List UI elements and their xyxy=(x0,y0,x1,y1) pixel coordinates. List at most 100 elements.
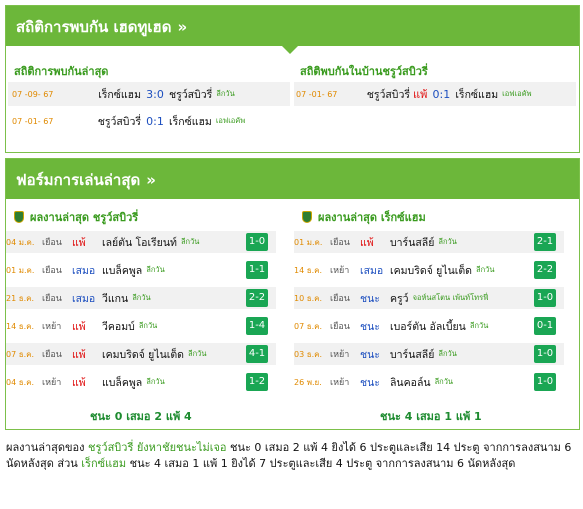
venue-label: เยือน xyxy=(42,238,62,248)
summary-text: ผลงานล่าสุดของ xyxy=(6,441,89,454)
h2h-home-title: สถิติพบกันในบ้านชรูว์สบิวรี่ xyxy=(300,65,428,78)
home-team: ชรูว์สบิวรี่ xyxy=(97,115,141,128)
form-row[interactable]: 04 ม.ค. เยือน แพ้ เลย์ตัน โอเรียนท์ ลีกวัน 1-… xyxy=(6,231,276,253)
page: สถิติการพบกัน เฮดทูเฮด » สถิติการพบกันล่า… xyxy=(0,0,583,509)
opponent-name: วีแกน xyxy=(102,292,129,305)
form-title: ฟอร์มการเล่นล่าสุด xyxy=(16,171,141,189)
league-label: ลีกวัน xyxy=(138,321,158,330)
match-date: 01 ม.ค. xyxy=(6,265,35,275)
venue-label: เหย้า xyxy=(42,322,62,332)
form-section: ฟอร์มการเล่นล่าสุด » ผลงานล่าสุด ชรูว์สบิ… xyxy=(5,158,580,430)
venue-label: เหย้า xyxy=(330,378,350,388)
h2h-section: สถิติการพบกัน เฮดทูเฮด » สถิติการพบกันล่า… xyxy=(5,5,580,153)
league-label: ลีกวัน xyxy=(188,349,207,358)
form-row[interactable]: 04 ธ.ค. เหย้า แพ้ แบล็คพูล ลีกวัน 1-2 xyxy=(6,371,276,393)
league-label: ลีกวัน xyxy=(469,321,489,330)
score-badge: 1-0 xyxy=(534,345,556,363)
away-team: เร็กซ์แฮม xyxy=(455,88,499,101)
match-score: 3:0 xyxy=(146,87,164,101)
form-left-title: ผลงานล่าสุด ชรูว์สบิวรี่ xyxy=(14,208,138,226)
form-header[interactable]: ฟอร์มการเล่นล่าสุด » xyxy=(6,159,579,199)
form-row[interactable]: 14 ธ.ค. เหย้า แพ้ วีคอมบ์ ลีกวัน 1-4 xyxy=(6,315,276,337)
opponent-name: แบล็คพูล xyxy=(102,376,143,389)
opponent-name: เลย์ตัน โอเรียนท์ xyxy=(102,236,177,249)
match-date: 03 ธ.ค. xyxy=(294,349,323,359)
match-result: แพ้ xyxy=(72,348,86,361)
venue-label: เยือน xyxy=(330,294,350,304)
match-score: 0:1 xyxy=(146,114,164,128)
match-date: 10 ธ.ค. xyxy=(294,293,323,303)
team-link[interactable]: เร็กซ์แฮม xyxy=(81,457,126,470)
chevron-right-icon: » xyxy=(177,18,188,36)
match-date: 07 ธ.ค. xyxy=(6,349,35,359)
score-badge: 1-1 xyxy=(246,261,268,279)
opponent-name: ครูว์ xyxy=(390,292,409,305)
away-team: เร็กซ์แฮม xyxy=(169,115,212,128)
match-date: 07 ธ.ค. xyxy=(294,321,323,331)
score-badge: 1-0 xyxy=(534,373,556,391)
match-result: ชนะ xyxy=(360,348,380,361)
h2h-home-row[interactable]: 07 -01- 67 ชรูว์สบิวรี่ แพ้ 0:1 เร็กซ์แฮ… xyxy=(294,82,576,106)
score-badge: 2-2 xyxy=(246,289,268,307)
match-result: ชนะ xyxy=(360,376,380,389)
league-label: จอห์นสโตน เพ้นท์โทรฟี่ xyxy=(412,293,489,302)
score-badge: 2-2 xyxy=(534,261,556,279)
league-label: ลีกวัน xyxy=(216,89,235,98)
venue-label: เยือน xyxy=(42,350,62,360)
match-result: เสมอ xyxy=(72,264,96,277)
form-row[interactable]: 07 ธ.ค. เยือน แพ้ เคมบริดจ์ ยูไนเต็ด ลีกวัน 4… xyxy=(6,343,276,365)
home-team: เร็กซ์แฮม xyxy=(98,88,141,101)
form-right-title: ผลงานล่าสุด เร็กซ์แฮม xyxy=(302,208,426,226)
match-result: เสมอ xyxy=(72,292,96,305)
league-label: เอฟเอคัพ xyxy=(215,116,246,125)
form-row[interactable]: 03 ธ.ค. เหย้า ชนะ บาร์นสลีย์ ลีกวัน 1-0 xyxy=(294,343,564,365)
h2h-recent-row[interactable]: 07 -09- 67 เร็กซ์แฮม 3:0 ชรูว์สบิวรี่ ลี… xyxy=(8,82,290,106)
venue-label: เยือน xyxy=(330,322,350,332)
opponent-name: บาร์นสลีย์ xyxy=(390,236,435,249)
opponent-name: ลินคอล์น xyxy=(390,376,431,389)
match-result: แพ้ xyxy=(72,236,86,249)
form-right-summary: ชนะ 4 เสมอ 1 แพ้ 1 xyxy=(380,410,482,423)
league-label: ลีกวัน xyxy=(132,293,151,302)
match-result: แพ้ xyxy=(72,376,86,389)
opponent-name: วีคอมบ์ xyxy=(102,320,135,333)
opponent-name: บาร์นสลีย์ xyxy=(390,348,435,361)
form-row[interactable]: 10 ธ.ค. เยือน ชนะ ครูว์ จอห์นสโตน เพ้นท์โทรฟ… xyxy=(294,287,564,309)
form-row[interactable]: 01 ม.ค. เยือน แพ้ บาร์นสลีย์ ลีกวัน 2-1 xyxy=(294,231,564,253)
form-row[interactable]: 14 ธ.ค. เหย้า เสมอ เคมบริดจ์ ยูไนเต็ด ลีกวัน… xyxy=(294,259,564,281)
form-right-title-text: ผลงานล่าสุด เร็กซ์แฮม xyxy=(318,211,426,224)
opponent-name: เคมบริดจ์ ยูไนเต็ด xyxy=(102,348,184,361)
venue-label: เยือน xyxy=(42,294,62,304)
match-result: เสมอ xyxy=(360,264,384,277)
opponent-name: แบล็คพูล xyxy=(102,264,143,277)
h2h-recent-row[interactable]: 07 -01- 67 ชรูว์สบิวรี่ 0:1 เร็กซ์แฮม เอ… xyxy=(8,109,290,133)
form-row[interactable]: 01 ม.ค. เยือน เสมอ แบล็คพูล ลีกวัน 1-1 xyxy=(6,259,276,281)
score-badge: 4-1 xyxy=(246,345,268,363)
match-result: ชนะ xyxy=(360,320,380,333)
league-label: ลีกวัน xyxy=(434,377,454,386)
form-row[interactable]: 07 ธ.ค. เยือน ชนะ เบอร์ตัน อัลเบี้ยน ลีกวัน 0… xyxy=(294,315,564,337)
form-row[interactable]: 21 ธ.ค. เยือน เสมอ วีแกน ลีกวัน 2-2 xyxy=(6,287,276,309)
h2h-header[interactable]: สถิติการพบกัน เฮดทูเฮด » xyxy=(6,6,579,54)
team-link[interactable]: ชรูว์สบิวรี่ ยังหาชัยชนะไม่เจอ xyxy=(88,441,226,454)
match-date: 07 -01- 67 xyxy=(12,116,54,126)
match-result: แพ้ xyxy=(360,236,374,249)
league-label: ลีกวัน xyxy=(438,237,457,246)
match-score: 0:1 xyxy=(432,87,451,101)
venue-label: เหย้า xyxy=(42,378,62,388)
league-label: ลีกวัน xyxy=(146,265,165,274)
league-label: ลีกวัน xyxy=(146,377,165,386)
form-summary-paragraph: ผลงานล่าสุดของ ชรูว์สบิวรี่ ยังหาชัยชนะไ… xyxy=(6,440,576,472)
score-badge: 2-1 xyxy=(534,233,556,251)
score-badge: 0-1 xyxy=(534,317,556,335)
form-row[interactable]: 26 พ.ย. เหย้า ชนะ ลินคอล์น ลีกวัน 1-0 xyxy=(294,371,564,393)
venue-label: เหย้า xyxy=(330,266,350,276)
match-result: แพ้ xyxy=(413,88,428,101)
match-date: 04 ธ.ค. xyxy=(6,377,35,387)
team-crest-icon xyxy=(14,211,24,223)
venue-label: เยือน xyxy=(330,238,350,248)
league-label: ลีกวัน xyxy=(180,237,200,246)
match-result: แพ้ xyxy=(72,320,86,333)
match-date: 07 -01- 67 xyxy=(296,89,338,99)
away-team: ชรูว์สบิวรี่ xyxy=(169,88,213,101)
